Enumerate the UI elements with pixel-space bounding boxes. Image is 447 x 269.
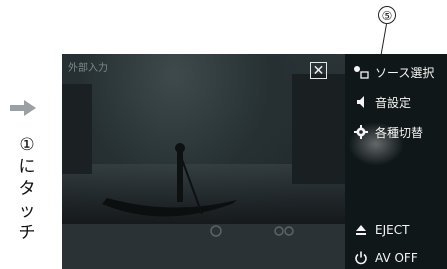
video-bottom-bar	[62, 224, 345, 269]
device-screen: 外部入力 ✕ ソース選択 音設定 各種切替 EJECT	[62, 54, 447, 269]
instruction-char: チ	[18, 223, 36, 243]
instruction-char: に	[18, 157, 36, 177]
source-select-icon	[353, 64, 369, 80]
right-arrow-icon	[10, 100, 36, 116]
menu-item-eject[interactable]: EJECT	[345, 218, 447, 242]
step-number: ①	[19, 135, 35, 155]
loop-control-icon	[274, 226, 294, 236]
menu-item-av-off[interactable]: AV OFF	[345, 246, 447, 269]
speaker-icon	[353, 94, 369, 110]
menu-item-label: AV OFF	[375, 251, 418, 265]
instruction-char: タ	[18, 179, 36, 199]
callout-number: ⑤	[378, 6, 396, 24]
source-label: 外部入力	[68, 63, 108, 74]
video-area[interactable]	[62, 54, 345, 269]
instruction-char: ッ	[18, 201, 36, 221]
instruction-label: ① に タ ッ チ	[14, 134, 40, 244]
menu-item-label: ソース選択	[375, 65, 435, 80]
menu-item-sound-settings[interactable]: 音設定	[345, 90, 447, 114]
menu-item-source-select[interactable]: ソース選択	[345, 60, 447, 84]
eject-icon	[353, 222, 369, 238]
close-button[interactable]: ✕	[310, 62, 327, 79]
menu-item-label: 音設定	[375, 95, 412, 110]
menu-item-label: EJECT	[375, 223, 410, 237]
play-control-icon	[210, 225, 222, 237]
selection-highlight	[348, 122, 404, 166]
power-icon	[353, 250, 369, 266]
